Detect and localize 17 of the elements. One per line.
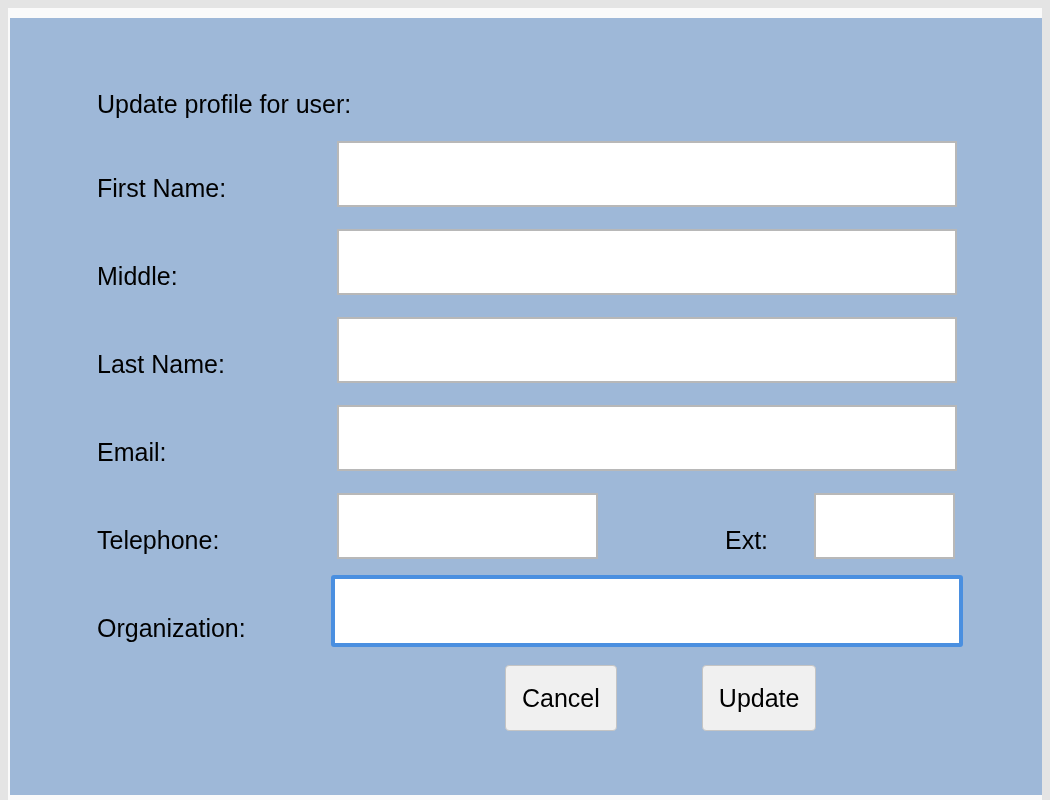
input-field[interactable]	[337, 141, 957, 207]
input-field[interactable]	[337, 317, 957, 383]
extension-field[interactable]	[814, 493, 955, 559]
input-field[interactable]	[337, 405, 957, 471]
input-field[interactable]	[331, 575, 963, 647]
dialog-button[interactable]: Cancel	[505, 665, 617, 731]
field-label: Organization:	[97, 614, 246, 644]
field-label: First Name:	[97, 174, 227, 204]
form-title: Update profile for user:	[97, 90, 352, 119]
field-label: Middle:	[97, 262, 178, 292]
field-label: Ext:	[725, 526, 770, 556]
telephone-field[interactable]	[337, 493, 598, 559]
input-field[interactable]	[337, 229, 957, 295]
field-label: Email:	[97, 438, 167, 468]
field-label: Telephone:	[97, 526, 220, 556]
dialog-button[interactable]: Update	[701, 665, 817, 731]
field-label: Last Name:	[97, 350, 225, 380]
